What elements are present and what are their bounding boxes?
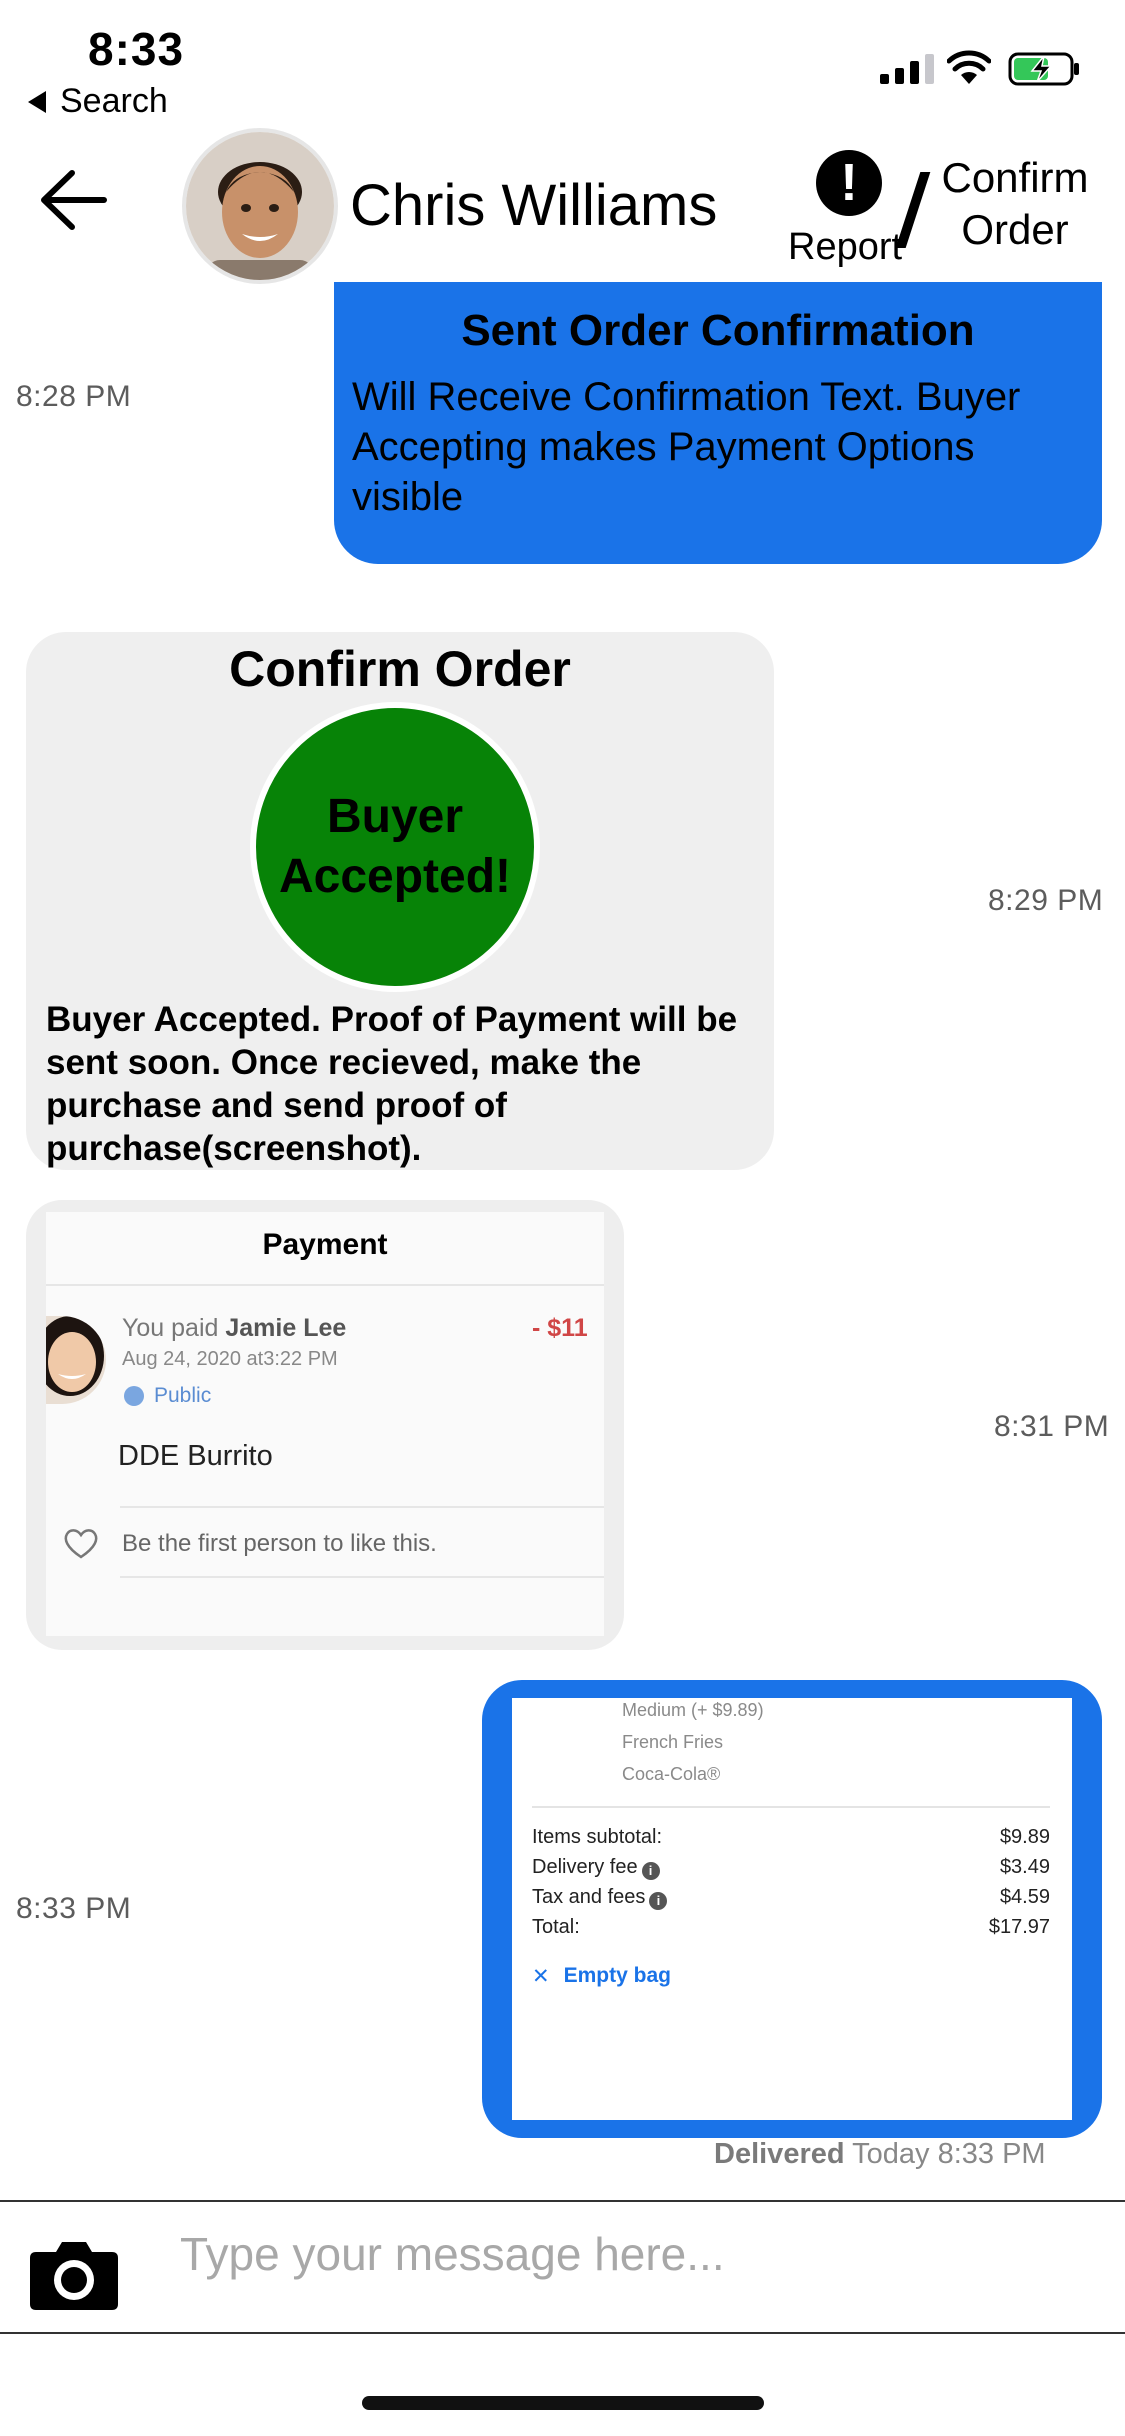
delivered-time: Today 8:33 PM (852, 2138, 1046, 2170)
heart-icon (64, 1529, 98, 1559)
payee-name: Jamie Lee (225, 1314, 347, 1342)
contact-avatar[interactable] (186, 132, 334, 280)
info-icon: i (641, 1862, 660, 1880)
back-to-search-label: Search (60, 82, 168, 120)
divider (46, 1284, 604, 1286)
sent-message-bubble[interactable]: Sent Order Confirmation Will Receive Con… (334, 282, 1102, 564)
sent-message-body: Will Receive Confirmation Text. Buyer Ac… (352, 375, 1021, 519)
message-timestamp: 8:28 PM (16, 380, 132, 413)
delivery-status: Delivered Today 8:33 PM (714, 2138, 1046, 2171)
header-separator-slash (895, 172, 931, 248)
payment-summary: You paid Jamie Lee (122, 1314, 346, 1343)
payment-title: Payment (262, 1228, 388, 1261)
subtotal-label: Items subtotal: (532, 1826, 663, 1848)
cellular-signal-icon (880, 52, 934, 84)
receipt-item: French Fries (622, 1732, 724, 1752)
badge-line2: Accepted! (278, 850, 512, 903)
close-icon: ✕ (532, 1965, 550, 1988)
delivered-label: Delivered (714, 2138, 845, 2170)
composer-top-border (0, 2200, 1125, 2202)
like-prompt: Be the first person to like this. (122, 1530, 437, 1557)
contact-avatar-image (186, 132, 334, 280)
subtotal-value: $9.89 (999, 1826, 1050, 1848)
message-input[interactable] (180, 2224, 1080, 2284)
payment-amount: - $11 (532, 1314, 588, 1342)
divider (532, 1806, 1050, 1808)
back-to-search-link[interactable]: Search (28, 82, 168, 121)
message-timestamp: 8:31 PM (994, 1410, 1110, 1443)
sent-message-title: Sent Order Confirmation (461, 306, 975, 355)
empty-bag-link: ✕ Empty bag (532, 1964, 671, 1989)
home-indicator[interactable] (362, 2396, 764, 2410)
receipt-total-row: Total: $17.97 (532, 1916, 1050, 1939)
confirm-order-label-line2: Order (961, 206, 1069, 253)
total-label: Total: (532, 1916, 580, 1938)
receipt-tax-row: Tax and fees i $4.59 (532, 1886, 1050, 1910)
payment-date: Aug 24, 2020 at3:22 PM (122, 1348, 338, 1370)
total-value: $17.97 (988, 1916, 1050, 1938)
confirm-order-body: Buyer Accepted. Proof of Payment will be… (46, 1000, 738, 1168)
confirm-order-label-line1: Confirm (941, 154, 1089, 201)
receipt-delivery-row: Delivery fee i $3.49 (532, 1856, 1050, 1880)
confirm-order-title: Confirm Order (229, 641, 571, 697)
empty-bag-label: Empty bag (563, 1964, 671, 1987)
paid-prefix: You paid (122, 1314, 226, 1342)
tax-value: $4.59 (999, 1886, 1050, 1908)
camera-icon[interactable] (28, 2238, 120, 2312)
report-button-label[interactable]: Report (788, 226, 902, 269)
buyer-accepted-badge: Buyer Accepted! (250, 702, 540, 992)
message-timestamp: 8:33 PM (16, 1892, 132, 1925)
payment-visibility: Public (124, 1384, 211, 1408)
wifi-icon (947, 50, 991, 84)
badge-line1: Buyer (326, 790, 464, 843)
info-icon: i (649, 1892, 668, 1910)
delivery-value: $3.49 (999, 1856, 1050, 1878)
receipt-item: Coca-Cola® (622, 1764, 721, 1784)
delivery-label: Delivery fee (532, 1856, 638, 1878)
battery-charging-icon (1008, 52, 1079, 86)
divider (120, 1506, 604, 1508)
payment-screenshot-image (46, 1212, 604, 1636)
contact-name[interactable]: Chris Williams (350, 172, 717, 239)
globe-icon (124, 1386, 144, 1406)
payment-note: DDE Burrito (118, 1440, 273, 1472)
back-triangle-icon (28, 90, 46, 113)
composer-bottom-border (0, 2332, 1125, 2334)
report-icon[interactable]: ! (816, 150, 882, 216)
back-arrow-icon[interactable] (36, 165, 112, 235)
divider (120, 1576, 604, 1578)
receipt-item: Medium (+ $9.89) (622, 1700, 764, 1720)
tax-label: Tax and fees (532, 1886, 646, 1908)
visibility-label: Public (154, 1384, 212, 1407)
message-timestamp: 8:29 PM (988, 884, 1104, 917)
status-time: 8:33 (88, 23, 185, 75)
receipt-subtotal-row: Items subtotal: $9.89 (532, 1826, 1050, 1849)
confirm-order-button[interactable]: Confirm Order (935, 152, 1095, 256)
